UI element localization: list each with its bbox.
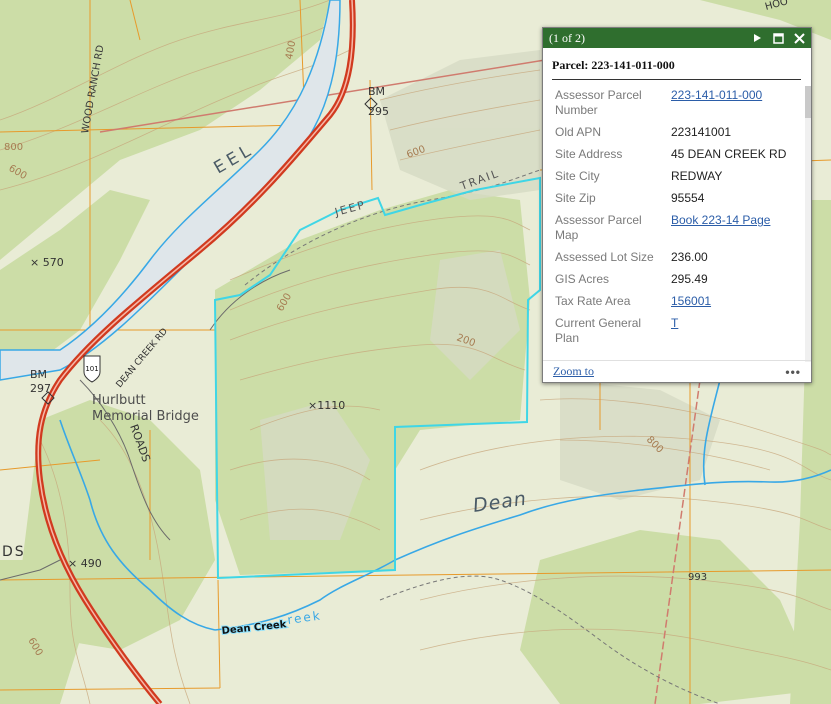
label-ds: DS [2,544,26,560]
attribute-label: Assessed Lot Size [555,250,654,264]
attribute-value: 95554 [671,191,705,205]
attribute-row: Assessed Lot Size 236.00 [551,248,805,270]
attribute-label: Current General Plan [555,316,642,345]
label-bm-value: 295 [368,105,389,118]
popup-title: Parcel: 223-141-011-000 [552,58,801,80]
maximize-icon[interactable] [772,32,784,44]
attribute-value-cell: 223-141-011-000 [667,86,805,123]
attribute-row: GIS Acres 295.49 [551,270,805,292]
attribute-value: REDWAY [671,169,723,183]
attribute-label: GIS Acres [555,272,610,286]
attribute-row: Old APN 223141001 [551,123,805,145]
label-spot-993: 993 [688,572,707,583]
attribute-label: Site Zip [555,191,596,205]
attribute-value-cell: Book 223-14 Page [667,211,805,248]
attribute-value-link[interactable]: T [671,316,678,330]
label-spot-490: × 490 [68,557,102,570]
attribute-value: 223141001 [671,125,732,139]
attribute-value-link[interactable]: 223-141-011-000 [671,88,762,102]
attribute-table: Assessor Parcel Number 223-141-011-000 Old… [551,86,805,351]
label-spot-1110: ×1110 [308,399,345,412]
close-icon[interactable] [793,32,805,44]
attribute-row: Current General Plan T [551,314,805,351]
attribute-row: Site City REDWAY [551,167,805,189]
label-bm: BM [368,85,385,98]
route-101-shield: 101 [83,355,101,383]
attribute-label: Assessor Parcel Map [555,213,642,242]
zoom-to-link[interactable]: Zoom to [553,364,594,379]
attribute-value: 45 DEAN CREEK RD [671,147,787,161]
attribute-label: Tax Rate Area [555,294,631,308]
label-contour-800b: 800 [4,142,23,153]
label-memorial-bridge: Memorial Bridge [92,409,199,424]
popup-footer: Zoom to ••• [543,360,811,382]
attribute-value: 236.00 [671,250,708,264]
attribute-value: 295.49 [671,272,708,286]
label-hurlbutt: Hurlbutt [92,393,146,408]
attribute-value-link[interactable]: Book 223-14 Page [671,213,770,227]
label-bm-2: BM [30,368,47,381]
scrollbar-thumb[interactable] [805,86,811,118]
label-spot-570: × 570 [30,256,64,269]
popup-count: (1 of 2) [549,30,585,45]
attribute-label: Old APN [555,125,602,139]
attribute-row: Site Address 45 DEAN CREEK RD [551,145,805,167]
attribute-row: Assessor Parcel Map Book 223-14 Page [551,211,805,248]
label-bm-2-value: 297 [30,382,51,395]
more-options-icon[interactable]: ••• [785,365,801,379]
popup-scrollbar[interactable] [805,86,811,362]
attribute-value-link[interactable]: 156001 [671,294,711,308]
parcel-popup[interactable]: (1 of 2) Parcel: 223-141-011-000 Assesso… [542,27,812,383]
attribute-row: Assessor Parcel Number 223-141-011-000 [551,86,805,123]
attribute-row: Site Zip 95554 [551,189,805,211]
attribute-row: Tax Rate Area 156001 [551,292,805,314]
attribute-label: Site Address [555,147,623,161]
route-number: 101 [85,365,98,373]
popup-attributes[interactable]: Assessor Parcel Number 223-141-011-000 Old… [543,86,811,362]
attribute-value-cell: 156001 [667,292,805,314]
attribute-label: Site City [555,169,600,183]
play-icon[interactable] [751,32,763,44]
attribute-value-cell: T [667,314,805,351]
popup-controls [751,32,805,44]
popup-header: (1 of 2) [543,28,811,48]
attribute-label: Assessor Parcel Number [555,88,642,117]
